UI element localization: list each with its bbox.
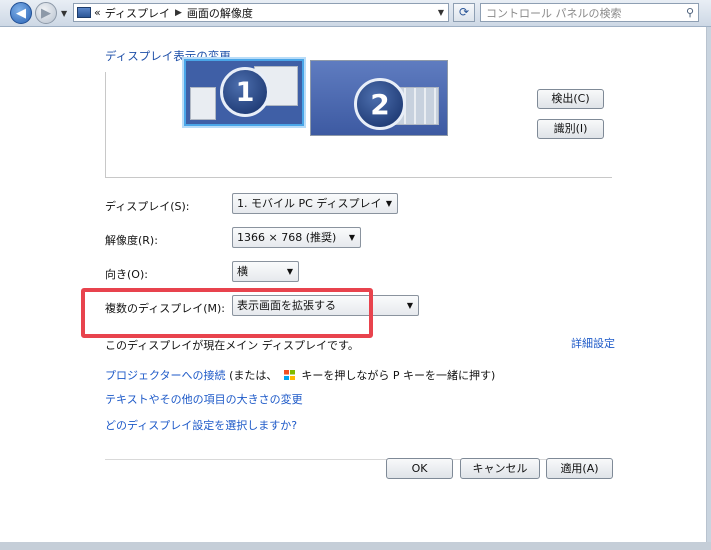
annotation-highlight-box (81, 288, 373, 338)
display-select-value: 1. モバイル PC ディスプレイ (237, 197, 382, 210)
monitor-2[interactable]: 2 (310, 60, 448, 136)
back-button[interactable]: ◀ (10, 2, 32, 24)
window-bottom-edge (0, 542, 711, 550)
advanced-settings-link[interactable]: 詳細設定 (571, 335, 615, 351)
monitor-1-window-left (190, 87, 216, 120)
orientation-select[interactable]: 横 ▼ (232, 261, 299, 282)
search-input[interactable]: コントロール パネルの検索 ⚲ (480, 3, 699, 22)
cancel-button[interactable]: キャンセル (460, 458, 540, 479)
breadcrumb-display[interactable]: ディスプレイ (105, 5, 170, 21)
refresh-icon: ⟳ (458, 5, 470, 19)
chevron-down-icon: ▼ (348, 233, 355, 242)
orientation-label: 向き(O): (105, 268, 148, 281)
forward-button[interactable]: ▶ (35, 2, 57, 24)
monitor-1-number: 1 (220, 67, 270, 117)
projector-link[interactable]: プロジェクターへの接続 (105, 369, 226, 382)
recent-pages-dropdown[interactable]: ▼ (61, 9, 67, 18)
breadcrumb-resolution[interactable]: 画面の解像度 (187, 5, 253, 21)
which-setting-link[interactable]: どのディスプレイ設定を選択しますか? (105, 417, 297, 433)
chevron-down-icon: ▼ (406, 301, 413, 310)
projector-hint-pre: (または、 (229, 369, 278, 382)
projector-row: プロジェクターへの接続 (または、 キーを押しながら P キーを一緒に押す) (105, 367, 495, 383)
resolution-select-value: 1366 × 768 (推奨) (237, 231, 337, 244)
windows-logo-icon (283, 370, 295, 380)
text-size-link[interactable]: テキストやその他の項目の大きさの変更 (105, 391, 303, 407)
display-label: ディスプレイ(S): (105, 200, 190, 213)
back-arrow-icon: ◀ (16, 5, 26, 21)
identify-button[interactable]: 識別(I) (537, 119, 604, 139)
projector-hint-post: キーを押しながら P キーを一緒に押す) (301, 369, 496, 382)
apply-button[interactable]: 適用(A) (546, 458, 613, 479)
window-frame: ◀ ▶ ▼ « ディスプレイ ▶ 画面の解像度 ▼ ⟳ コントロール パネルの検… (0, 0, 711, 550)
search-placeholder: コントロール パネルの検索 (486, 6, 622, 20)
main-display-message: このディスプレイが現在メイン ディスプレイです。 (105, 339, 359, 352)
address-chevron[interactable]: « (94, 6, 101, 19)
resolution-select[interactable]: 1366 × 768 (推奨) ▼ (232, 227, 361, 248)
ok-button[interactable]: OK (386, 458, 453, 479)
control-panel-icon (77, 7, 91, 18)
breadcrumb-separator-icon[interactable]: ▶ (175, 8, 182, 18)
orientation-select-value: 横 (237, 265, 248, 278)
detect-button[interactable]: 検出(C) (537, 89, 604, 109)
monitor-1[interactable]: 1 (184, 59, 304, 126)
address-field[interactable]: « ディスプレイ ▶ 画面の解像度 ▼ (73, 3, 449, 22)
chevron-down-icon: ▼ (286, 267, 293, 276)
chevron-down-icon: ▼ (385, 199, 392, 208)
resolution-label: 解像度(R): (105, 234, 158, 247)
address-dropdown-icon[interactable]: ▼ (438, 8, 444, 17)
address-bar: ◀ ▶ ▼ « ディスプレイ ▶ 画面の解像度 ▼ ⟳ コントロール パネルの検… (0, 0, 711, 27)
monitor-2-number: 2 (354, 78, 406, 130)
forward-arrow-icon: ▶ (41, 5, 51, 21)
refresh-button[interactable]: ⟳ (453, 3, 475, 22)
search-icon[interactable]: ⚲ (686, 6, 694, 19)
display-select[interactable]: 1. モバイル PC ディスプレイ ▼ (232, 193, 398, 214)
